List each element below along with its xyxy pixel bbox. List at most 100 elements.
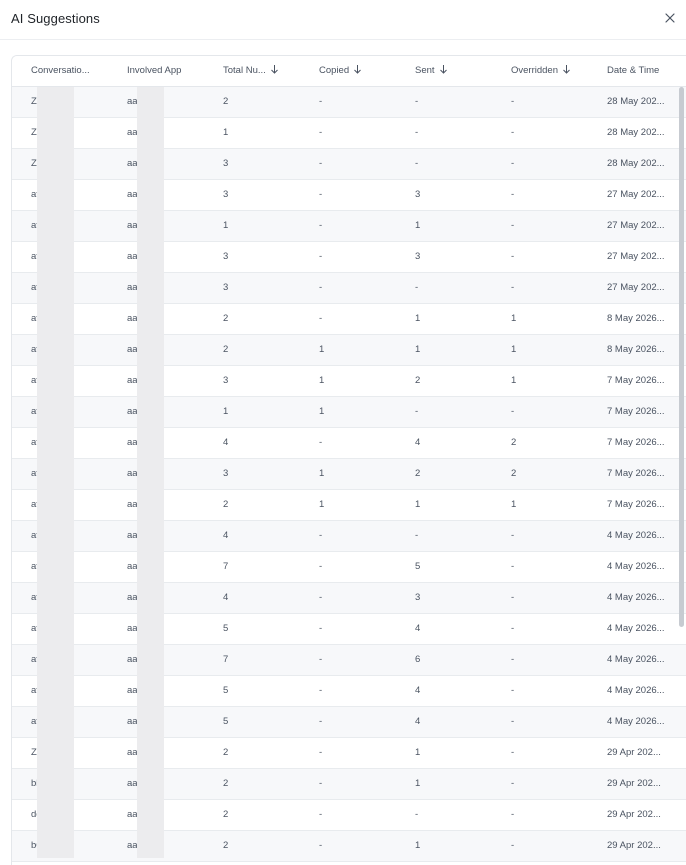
cell-sent: 3 <box>415 251 421 262</box>
column-header-sent[interactable]: Sent <box>415 56 448 86</box>
table-row[interactable]: at o...aa 6b...1-1-27 May 202... <box>12 211 686 242</box>
cell-overridden: - <box>511 778 515 789</box>
column-header-total[interactable]: Total Nu... <box>223 56 279 86</box>
cell-overridden: 2 <box>511 437 517 448</box>
cell-overridden: - <box>511 747 515 758</box>
arrow-down-icon[interactable] <box>353 57 362 74</box>
cell-copied: - <box>319 685 323 696</box>
table-row[interactable]: at w...aa 6b...2-118 May 2026... <box>12 304 686 335</box>
table-row[interactable]: at q...aa 6b...5-4-4 May 2026... <box>12 676 686 707</box>
table-row[interactable]: at v...aa 6b...31217 May 2026... <box>12 366 686 397</box>
table-scrollbar[interactable] <box>679 87 684 627</box>
cell-total: 1 <box>223 220 229 231</box>
table-row[interactable]: ZI vc...aa 6b...2---28 May 202... <box>12 87 686 118</box>
close-icon[interactable] <box>663 11 677 25</box>
table-row[interactable]: at w...aa 6b...21118 May 2026... <box>12 335 686 366</box>
table-row[interactable]: at q...aa 6b...5-4-4 May 2026... <box>12 614 686 645</box>
cell-date: 7 May 2026... <box>607 468 665 479</box>
cell-total: 7 <box>223 654 229 665</box>
cell-copied: 1 <box>319 406 325 417</box>
table-row[interactable]: dc 9...aa 6b...2---29 Apr 202... <box>12 800 686 831</box>
column-header-label: Total Nu... <box>223 65 266 76</box>
modal-header: AI Suggestions <box>0 0 686 40</box>
ai-suggestions-modal: AI Suggestions Conversatio... Involved Ap… <box>0 0 686 865</box>
table-row[interactable]: at o...aa 6b...3-3-27 May 202... <box>12 242 686 273</box>
table-row[interactable]: at r...aa 6b...7-5-4 May 2026... <box>12 552 686 583</box>
cell-overridden: - <box>511 96 515 107</box>
cell-copied: - <box>319 96 323 107</box>
table-row[interactable]: ZI vc...aa 6b...2-1-29 Apr 202... <box>12 738 686 769</box>
cell-copied: - <box>319 282 323 293</box>
cell-copied: - <box>319 437 323 448</box>
cell-copied: - <box>319 313 323 324</box>
cell-copied: - <box>319 127 323 138</box>
cell-sent: 1 <box>415 344 421 355</box>
arrow-down-icon[interactable] <box>270 57 279 74</box>
cell-total: 5 <box>223 716 229 727</box>
table-row[interactable]: at v...aa 6b...4-427 May 2026... <box>12 428 686 459</box>
table-row[interactable]: at v...aa 6b...21117 May 2026... <box>12 490 686 521</box>
cell-overridden: 1 <box>511 499 517 510</box>
cell-total: 3 <box>223 251 229 262</box>
cell-sent: 4 <box>415 437 421 448</box>
arrow-down-icon[interactable] <box>439 57 448 74</box>
cell-overridden: - <box>511 189 515 200</box>
cell-total: 2 <box>223 96 229 107</box>
cell-overridden: - <box>511 127 515 138</box>
table-row[interactable]: at q...aa 6b...5-4-4 May 2026... <box>12 707 686 738</box>
cell-copied: 1 <box>319 468 325 479</box>
cell-total: 2 <box>223 809 229 820</box>
table-row[interactable]: bl -...aa 6b...2-1-29 Apr 202... <box>12 769 686 800</box>
cell-copied: 1 <box>319 375 325 386</box>
column-header-overridden[interactable]: Overridden <box>511 56 571 86</box>
cell-copied: 1 <box>319 344 325 355</box>
column-header-label: Overridden <box>511 65 558 76</box>
cell-date: 29 Apr 202... <box>607 840 661 851</box>
ai-suggestions-table: Conversatio... Involved App Total Nu... Cop… <box>11 55 686 865</box>
cell-total: 4 <box>223 592 229 603</box>
cell-total: 4 <box>223 530 229 541</box>
cell-overridden: - <box>511 654 515 665</box>
cell-sent: 3 <box>415 592 421 603</box>
cell-sent: 4 <box>415 623 421 634</box>
cell-sent: - <box>415 282 419 293</box>
column-header-label: Involved App <box>127 65 182 76</box>
cell-copied: - <box>319 251 323 262</box>
table-row[interactable]: ZI vc...aa 6b...3---28 May 202... <box>12 149 686 180</box>
cell-total: 2 <box>223 840 229 851</box>
table-row[interactable]: ZI vc...aa 6b...1---28 May 202... <box>12 118 686 149</box>
column-header-date: Date & Time <box>607 56 659 86</box>
cell-date: 8 May 2026... <box>607 344 665 355</box>
cell-overridden: - <box>511 840 515 851</box>
cell-date: 4 May 2026... <box>607 530 665 541</box>
cell-sent: 1 <box>415 840 421 851</box>
arrow-down-icon[interactable] <box>562 57 571 74</box>
cell-copied: - <box>319 778 323 789</box>
cell-copied: - <box>319 623 323 634</box>
table-row[interactable]: at o...aa 6b...3---27 May 202... <box>12 273 686 304</box>
table-row[interactable]: at v...aa 6b...11--7 May 2026... <box>12 397 686 428</box>
cell-sent: 2 <box>415 375 421 386</box>
cell-total: 2 <box>223 747 229 758</box>
column-header-copied[interactable]: Copied <box>319 56 362 86</box>
table-row[interactable]: at o...aa 6b...3-3-27 May 202... <box>12 180 686 211</box>
cell-overridden: 1 <box>511 313 517 324</box>
cell-overridden: 1 <box>511 344 517 355</box>
cell-date: 4 May 2026... <box>607 623 665 634</box>
table-row[interactable]: at r...aa 6b...4---4 May 2026... <box>12 521 686 552</box>
table-row[interactable]: at q...aa 6b...4-3-4 May 2026... <box>12 583 686 614</box>
cell-sent: 1 <box>415 220 421 231</box>
cell-sent: 5 <box>415 561 421 572</box>
cell-copied: - <box>319 654 323 665</box>
cell-sent: 4 <box>415 685 421 696</box>
cell-total: 2 <box>223 778 229 789</box>
cell-date: 7 May 2026... <box>607 437 665 448</box>
table-row[interactable]: b6 -...aa 6b...2-1-29 Apr 202... <box>12 831 686 862</box>
cell-overridden: - <box>511 561 515 572</box>
table-row[interactable]: at q...aa 6b...7-6-4 May 2026... <box>12 645 686 676</box>
cell-sent: - <box>415 809 419 820</box>
redaction-block <box>137 87 164 858</box>
cell-date: 7 May 2026... <box>607 375 665 386</box>
table-row[interactable]: at v...aa 6b...31227 May 2026... <box>12 459 686 490</box>
cell-copied: - <box>319 809 323 820</box>
